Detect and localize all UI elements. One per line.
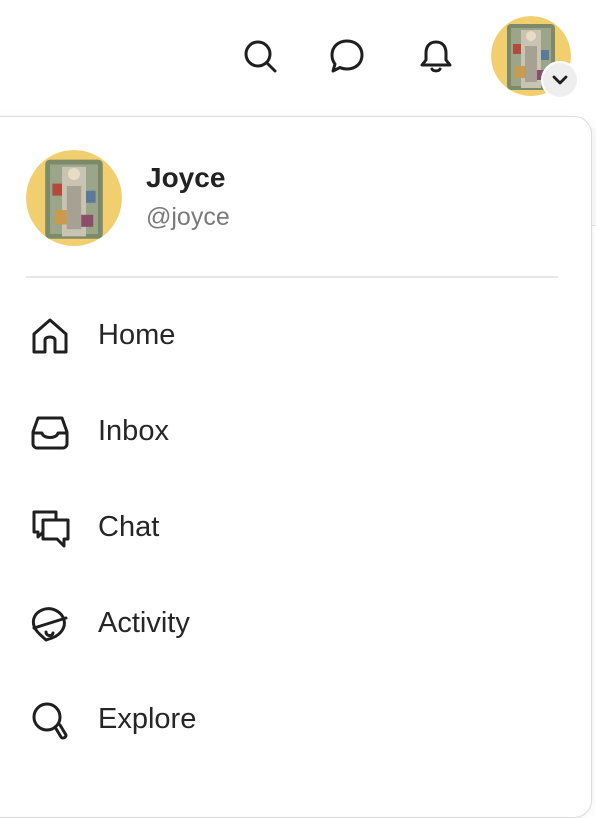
menu-item-label: Chat [98, 511, 160, 543]
chevron-down-icon [552, 75, 568, 85]
profile-avatar [26, 150, 122, 246]
menu-item-label: Inbox [98, 415, 169, 447]
menu-item-label: Explore [98, 703, 197, 735]
inbox-icon [26, 408, 74, 456]
profile-handle: @joyce [146, 203, 230, 231]
profile-name: Joyce [146, 162, 226, 193]
bell-icon[interactable] [414, 34, 458, 78]
activity-icon [26, 600, 74, 648]
menu-item-home[interactable]: Home [26, 304, 566, 368]
menu-item-explore[interactable]: Explore [26, 688, 566, 752]
explore-icon [26, 696, 74, 744]
menu-divider [26, 276, 558, 278]
profile-header[interactable]: Joyce @joyce [26, 150, 526, 246]
chat-bubble-icon[interactable] [325, 34, 369, 78]
search-icon[interactable] [238, 34, 282, 78]
chat-icon [26, 504, 74, 552]
menu-item-inbox[interactable]: Inbox [26, 400, 566, 464]
menu-item-activity[interactable]: Activity [26, 592, 566, 656]
home-icon [26, 312, 74, 360]
menu-item-label: Activity [98, 607, 190, 639]
account-menu-toggle[interactable] [541, 61, 579, 99]
menu-item-chat[interactable]: Chat [26, 496, 566, 560]
menu-item-label: Home [98, 319, 176, 351]
